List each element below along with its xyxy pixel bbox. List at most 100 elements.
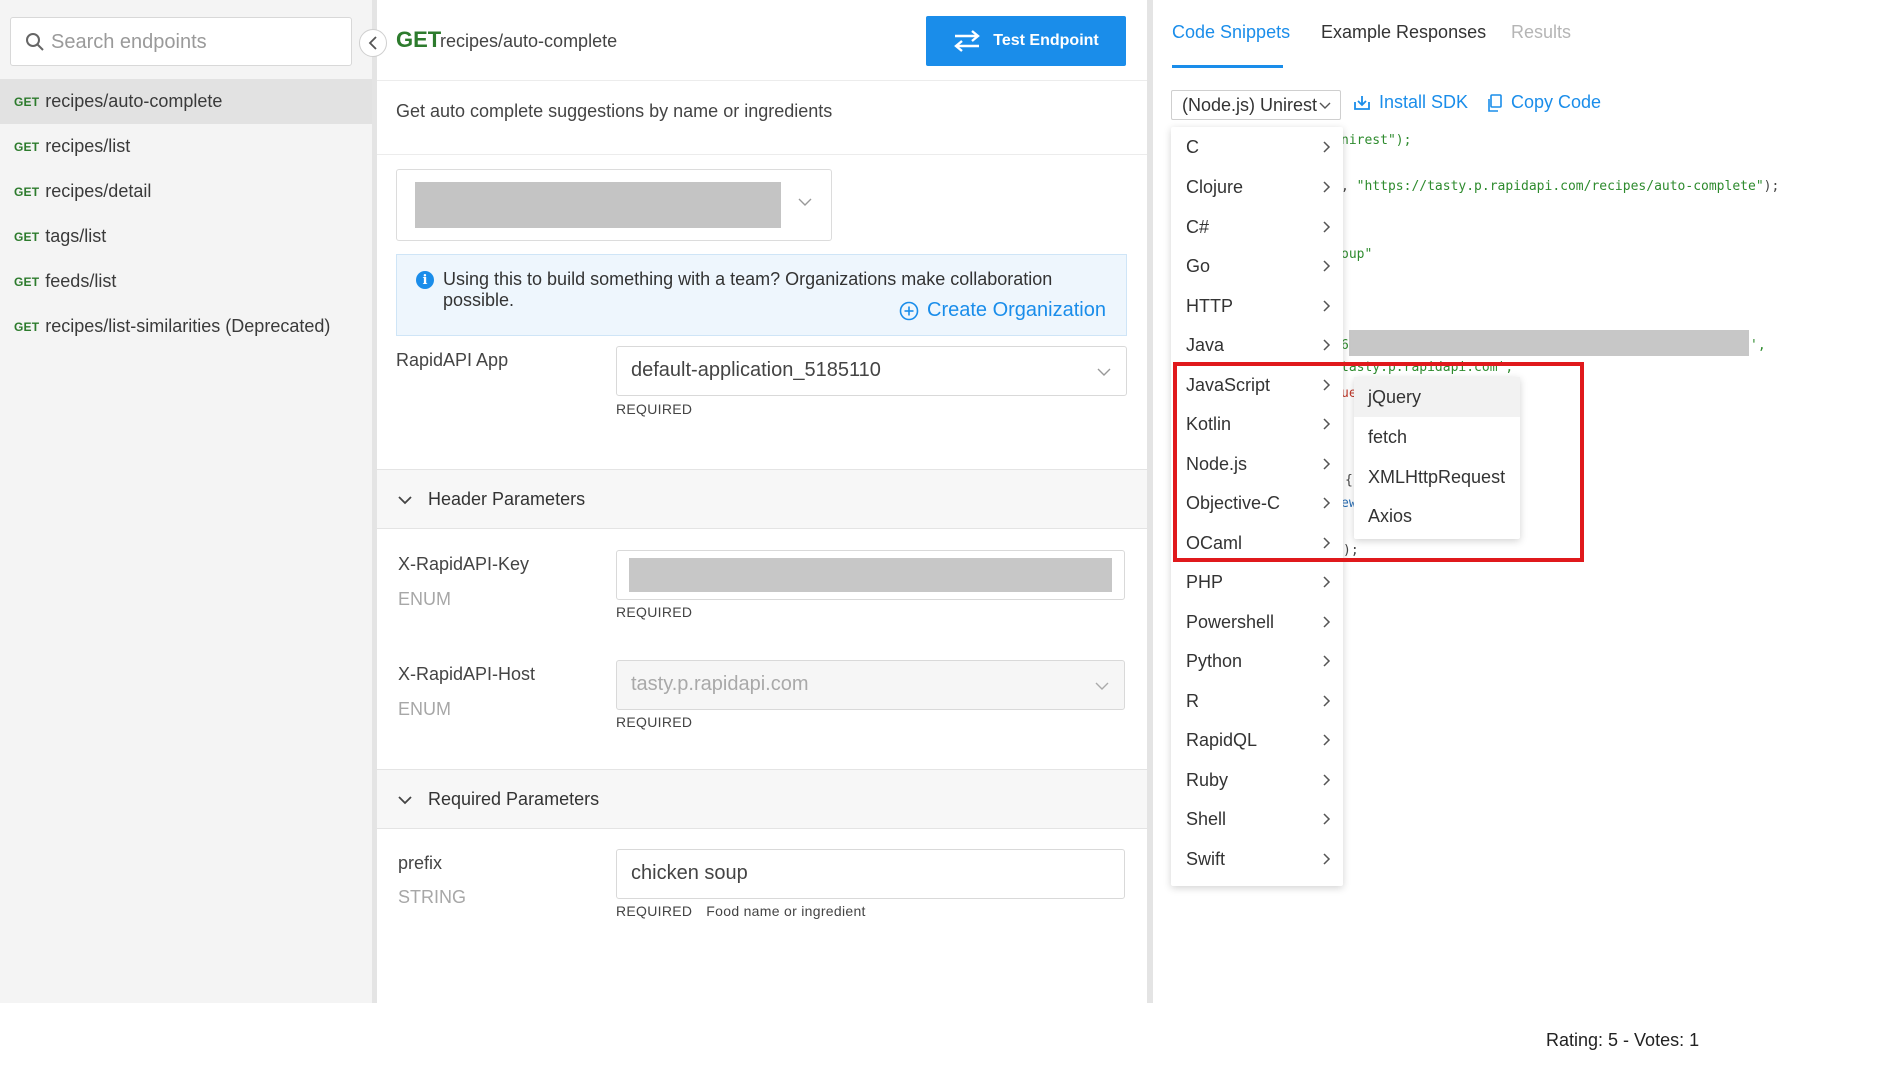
endpoint-item[interactable]: GET recipes/list: [0, 124, 372, 169]
active-tab-indicator: [1172, 65, 1283, 68]
chevron-right-icon: [1323, 141, 1331, 153]
test-endpoint-button[interactable]: Test Endpoint: [926, 16, 1126, 66]
code-line: );: [1343, 543, 1359, 558]
language-option-go[interactable]: Go: [1171, 246, 1343, 286]
language-select[interactable]: (Node.js) Unirest: [1171, 90, 1341, 120]
language-option-c[interactable]: C: [1171, 127, 1343, 167]
chevron-right-icon: [1323, 616, 1331, 628]
language-option-kotlin[interactable]: Kotlin: [1171, 404, 1343, 444]
endpoint-item[interactable]: GET recipes/auto-complete: [0, 79, 372, 124]
http-method: GET: [396, 27, 442, 52]
language-menu: C Clojure C# Go HTTP Java JavaScript Kot…: [1171, 127, 1343, 886]
endpoint-item[interactable]: GET feeds/list: [0, 259, 372, 304]
endpoint-description: Get auto complete suggestions by name or…: [377, 80, 1147, 155]
language-option-clojure[interactable]: Clojure: [1171, 167, 1343, 207]
submenu-option-jquery[interactable]: jQuery: [1354, 377, 1520, 417]
plus-circle-icon: [899, 301, 919, 320]
chevron-right-icon: [1323, 853, 1331, 865]
chevron-right-icon: [1323, 497, 1331, 509]
chevron-right-icon: [1323, 537, 1331, 549]
param-name: prefix: [398, 853, 443, 873]
endpoint-item[interactable]: GET recipes/list-similarities (Deprecate…: [0, 304, 372, 349]
redacted-key: [629, 558, 1112, 592]
param-type: STRING: [398, 887, 467, 907]
param-type: ENUM: [398, 589, 451, 609]
chevron-right-icon: [1323, 418, 1331, 430]
chevron-right-icon: [1323, 339, 1331, 351]
endpoint-label: tags/list: [45, 226, 107, 246]
language-option-csharp[interactable]: C#: [1171, 207, 1343, 247]
language-option-objective-c[interactable]: Objective-C: [1171, 483, 1343, 523]
section-title: Required Parameters: [428, 789, 600, 809]
prefix-value: chicken soup: [631, 862, 748, 884]
app-value: default-application_5185110: [631, 359, 881, 381]
swap-arrows-icon: [954, 30, 981, 52]
rating-text: Rating: 5 - Votes: 1: [1546, 1030, 1700, 1050]
search-input[interactable]: [49, 24, 339, 60]
chevron-right-icon: [1323, 458, 1331, 470]
language-option-php[interactable]: PHP: [1171, 562, 1343, 602]
code-line: , "https://tasty.p.rapidapi.com/recipes/…: [1341, 179, 1780, 194]
param-name: X-RapidAPI-Key: [398, 554, 530, 574]
method-badge: GET: [14, 229, 40, 244]
language-option-shell[interactable]: Shell: [1171, 799, 1343, 839]
app-label: RapidAPI App: [396, 350, 509, 370]
submenu-option-fetch[interactable]: fetch: [1354, 417, 1520, 457]
collapse-sidebar-button[interactable]: [359, 29, 387, 57]
code-line: ',: [1750, 338, 1766, 353]
endpoint-label: feeds/list: [45, 271, 117, 291]
method-badge: GET: [14, 139, 40, 154]
prefix-input[interactable]: chicken soup: [616, 849, 1125, 899]
method-badge: GET: [14, 274, 40, 289]
chevron-right-icon: [1323, 774, 1331, 786]
language-option-powershell[interactable]: Powershell: [1171, 602, 1343, 642]
language-option-r[interactable]: R: [1171, 681, 1343, 721]
organization-select[interactable]: [396, 169, 832, 241]
copy-code-link[interactable]: Copy Code: [1487, 92, 1601, 113]
tab-example-responses[interactable]: Example Responses: [1321, 22, 1486, 43]
chevron-right-icon: [1323, 655, 1331, 667]
required-label: REQUIRED: [616, 714, 693, 730]
language-option-nodejs[interactable]: Node.js: [1171, 444, 1343, 484]
install-sdk-link[interactable]: Install SDK: [1353, 92, 1468, 113]
redacted-key: [1349, 330, 1749, 356]
search-box[interactable]: [10, 17, 352, 66]
api-host-select[interactable]: tasty.p.rapidapi.com: [616, 660, 1125, 710]
endpoint-item[interactable]: GET recipes/detail: [0, 169, 372, 214]
language-option-rapidql[interactable]: RapidQL: [1171, 720, 1343, 760]
chevron-right-icon: [1323, 813, 1331, 825]
chevron-right-icon: [1323, 695, 1331, 707]
endpoint-label: recipes/list-similarities (Deprecated): [45, 316, 331, 336]
tab-results[interactable]: Results: [1511, 22, 1571, 43]
app-select[interactable]: default-application_5185110: [616, 346, 1127, 396]
host-value: tasty.p.rapidapi.com: [631, 673, 809, 695]
code-tabs: Code Snippets Example Responses Results: [1153, 0, 1888, 70]
create-organization-link[interactable]: Create Organization: [899, 299, 1106, 322]
required-parameters-toggle[interactable]: Required Parameters: [377, 769, 1147, 829]
method-badge: GET: [14, 319, 40, 334]
chevron-right-icon: [1323, 181, 1331, 193]
language-option-http[interactable]: HTTP: [1171, 286, 1343, 326]
language-option-ruby[interactable]: Ruby: [1171, 760, 1343, 800]
endpoint-item[interactable]: GET tags/list: [0, 214, 372, 259]
required-label: REQUIRED: [616, 401, 693, 417]
language-option-python[interactable]: Python: [1171, 641, 1343, 681]
chevron-right-icon: [1323, 300, 1331, 312]
language-option-java[interactable]: Java: [1171, 325, 1343, 365]
language-option-ocaml[interactable]: OCaml: [1171, 523, 1343, 563]
language-option-javascript[interactable]: JavaScript: [1171, 365, 1343, 405]
api-key-field[interactable]: [616, 550, 1125, 600]
header-parameters-toggle[interactable]: Header Parameters: [377, 469, 1147, 529]
submenu-option-axios[interactable]: Axios: [1354, 496, 1520, 536]
tab-code-snippets[interactable]: Code Snippets: [1172, 22, 1290, 43]
chevron-down-icon: [1319, 102, 1331, 109]
method-badge: GET: [14, 184, 40, 199]
param-name: X-RapidAPI-Host: [398, 664, 536, 684]
chevron-right-icon: [1323, 576, 1331, 588]
submenu-option-xmlhttprequest[interactable]: XMLHttpRequest: [1354, 457, 1520, 497]
language-option-swift[interactable]: Swift: [1171, 839, 1343, 879]
copy-icon: [1488, 93, 1502, 112]
install-sdk-label: Install SDK: [1379, 92, 1469, 112]
method-badge: GET: [14, 94, 40, 109]
search-icon: [26, 33, 44, 51]
